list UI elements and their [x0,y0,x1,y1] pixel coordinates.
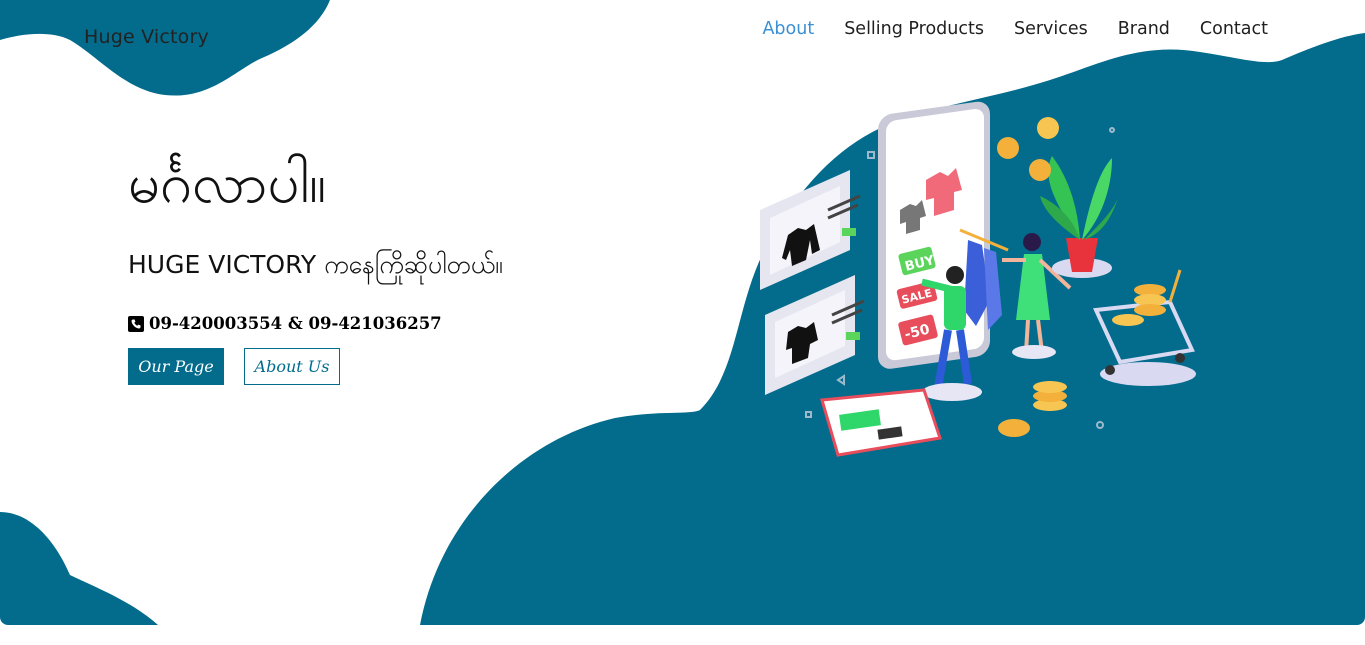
phone-numbers: 09-420003554 & 09-421036257 [128,314,442,333]
nav-item-brand[interactable]: Brand [1103,17,1185,41]
woman-figure [1002,233,1072,359]
brand-logo-text[interactable]: Huge Victory [84,26,209,48]
potted-plant [1040,156,1118,278]
main-nav: About Selling Products Services Brand Co… [747,17,1283,41]
our-page-button[interactable]: Our Page [128,348,224,385]
about-us-button[interactable]: About Us [244,348,340,385]
hero-title: မင်္ဂလာပါ။ [128,151,327,216]
nav-item-about[interactable]: About [747,17,829,41]
ecommerce-illustration: BUY SALE -50 [760,101,1196,457]
phone-text: 09-420003554 & 09-421036257 [149,314,442,333]
bottom-left-blob [0,512,158,625]
phone-icon [128,315,144,332]
nav-item-services[interactable]: Services [999,17,1103,41]
product-card-top [760,170,861,290]
nav-item-contact[interactable]: Contact [1185,17,1283,41]
product-card-bottom [765,275,865,395]
hero-subtitle: HUGE VICTORY ကနေကြိုဆိုပါတယ်။ [128,250,503,279]
hero-section: Huge Victory About Selling Products Serv… [0,0,1365,625]
nav-item-selling-products[interactable]: Selling Products [829,17,999,41]
shopping-cart [1093,269,1196,386]
credit-card [820,388,942,457]
